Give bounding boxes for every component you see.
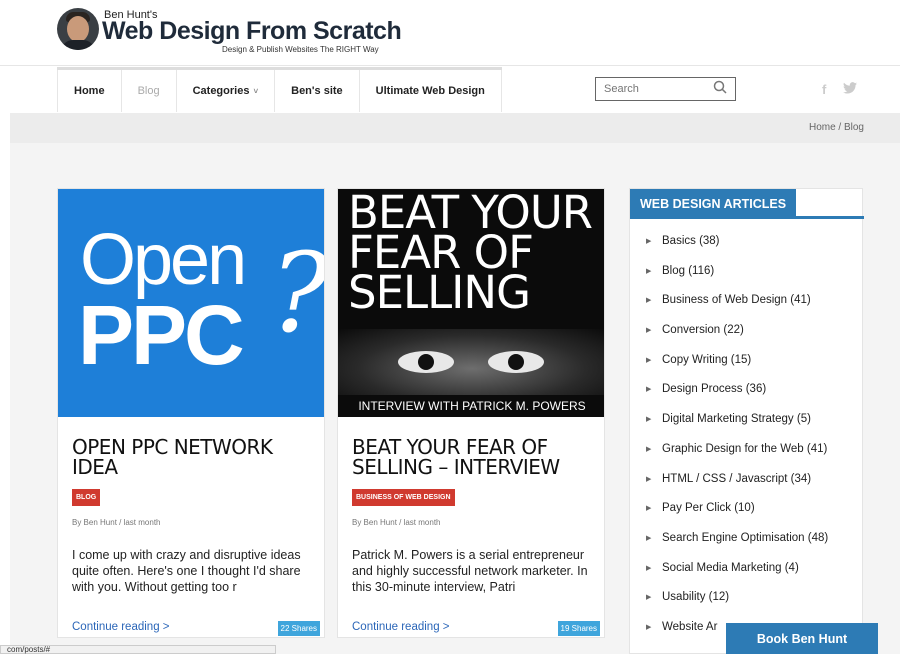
nav-categories-label: Categories — [192, 85, 250, 97]
caret-right-icon: ▶ — [646, 238, 652, 245]
eye-graphic — [398, 351, 454, 373]
sidebar-title: WEB DESIGN ARTICLES — [630, 189, 797, 219]
nav-bens-site-label: Ben's site — [291, 85, 343, 97]
search-input[interactable] — [596, 83, 706, 95]
search-box — [595, 77, 736, 101]
caret-right-icon: ▶ — [646, 594, 652, 602]
category-label: Design Process (36) — [662, 383, 767, 396]
continue-reading-link[interactable]: Continue reading > — [352, 621, 450, 633]
category-label: Search Engine Optimisation (48) — [662, 531, 829, 544]
caret-right-icon: ▶ — [646, 475, 652, 483]
category-label: Pay Per Click (10) — [662, 502, 755, 515]
caret-right-icon: ▶ — [646, 416, 652, 424]
category-tag[interactable]: BUSINESS OF WEB DESIGN — [352, 489, 455, 506]
category-item[interactable]: ▶ Design Process (36) — [630, 383, 828, 413]
nav-bens-site[interactable]: Ben's site — [275, 70, 360, 112]
breadcrumb-band: Home / Blog — [10, 113, 900, 143]
category-label: Digital Marketing Strategy (5) — [662, 413, 811, 426]
category-label: Basics (38) — [662, 235, 720, 247]
status-bar-url: com/posts/# — [0, 645, 276, 654]
post-byline: By Ben Hunt / last month — [352, 518, 441, 527]
avatar-face — [67, 16, 89, 42]
category-label: Graphic Design for the Web (41) — [662, 442, 828, 455]
site-header: Ben Hunt's Web Design From Scratch Desig… — [0, 0, 900, 66]
nav-home[interactable]: Home — [57, 70, 122, 112]
nav-ultimate-web-design[interactable]: Ultimate Web Design — [360, 70, 502, 112]
avatar[interactable] — [57, 8, 99, 50]
post-image-caption: INTERVIEW WITH PATRICK M. POWERS — [358, 399, 586, 413]
category-label: Social Media Marketing (4) — [662, 561, 799, 574]
category-label: Website Ar — [662, 620, 718, 633]
nav-blog[interactable]: Blog — [122, 70, 177, 112]
facebook-icon[interactable]: f — [822, 82, 826, 97]
caret-right-icon: ▶ — [646, 505, 652, 513]
category-label: HTML / CSS / Javascript (34) — [662, 472, 812, 485]
category-label: Blog (116) — [662, 264, 715, 277]
sidebar-header: WEB DESIGN ARTICLES — [630, 189, 864, 219]
eye-graphic — [488, 351, 544, 373]
category-tag[interactable]: BLOG — [72, 489, 101, 506]
post-byline: By Ben Hunt / last month — [72, 518, 161, 527]
logo-tagline: Design & Publish Websites The RIGHT Way — [222, 45, 379, 54]
category-item[interactable]: ▶ Blog (116) — [630, 265, 828, 295]
post-image[interactable]: BEAT YOUR FEAR OF SELLING INTERVIEW WITH… — [338, 189, 604, 417]
post-title[interactable]: BEAT YOUR FEAR OF SELLING – INTERVIEW — [352, 437, 590, 477]
shares-badge: 22 Shares — [277, 621, 320, 636]
category-item[interactable]: ▶ Business of Web Design (41) — [630, 294, 828, 324]
nav-blog-label: Blog — [137, 85, 160, 97]
sidebar-articles: WEB DESIGN ARTICLES ▶ Basics (38) ▶ Blog (… — [629, 188, 864, 654]
nav-ultimate-label: Ultimate Web Design — [375, 85, 485, 97]
caret-right-icon: ▶ — [646, 386, 652, 394]
category-item[interactable]: ▶ Search Engine Optimisation (48) — [630, 532, 828, 562]
caret-right-icon: ▶ — [646, 564, 652, 572]
category-list: ▶ Basics (38) ▶ Blog (116) ▶ Business of We… — [630, 235, 828, 651]
post-image[interactable]: Open PPC ? — [58, 189, 325, 417]
logo-main-text[interactable]: Web Design From Scratch — [102, 17, 402, 46]
category-label: Business of Web Design (41) — [662, 294, 811, 307]
category-label: Copy Writing (15) — [662, 353, 752, 366]
caret-right-icon: ▶ — [646, 327, 652, 335]
eyes-photo — [338, 329, 604, 395]
caret-right-icon: ▶ — [646, 445, 652, 453]
category-label: Conversion (22) — [662, 324, 744, 337]
category-item[interactable]: ▶ Basics (38) — [630, 235, 828, 265]
category-item[interactable]: ▶ Copy Writing (15) — [630, 354, 828, 384]
post-title[interactable]: OPEN PPC NETWORK IDEA — [72, 437, 310, 477]
shares-badge: 19 Shares — [557, 621, 600, 636]
category-item[interactable]: ▶ Usability (12) — [630, 591, 828, 621]
caret-right-icon: ▶ — [646, 356, 652, 364]
twitter-icon[interactable] — [843, 82, 857, 94]
chevron-down-icon: ˅ — [253, 86, 259, 96]
category-item[interactable]: ▶ Conversion (22) — [630, 324, 828, 354]
breadcrumb[interactable]: Home / Blog — [809, 122, 864, 133]
category-item[interactable]: ▶ Social Media Marketing (4) — [630, 562, 828, 592]
caret-right-icon: ▶ — [646, 623, 652, 631]
book-ben-hunt-button[interactable]: Book Ben Hunt — [726, 623, 878, 654]
avatar-shirt — [61, 40, 95, 50]
continue-reading-link[interactable]: Continue reading > — [72, 621, 170, 633]
post-card: Open PPC ? OPEN PPC NETWORK IDEA BLOG By… — [57, 188, 325, 638]
caret-right-icon: ▶ — [646, 297, 652, 305]
caret-right-icon: ▶ — [646, 534, 652, 542]
category-item[interactable]: ▶ Graphic Design for the Web (41) — [630, 443, 828, 473]
post-image-text: PPC — [78, 288, 245, 382]
nav-categories[interactable]: Categories ˅ — [177, 70, 276, 112]
post-excerpt: Patrick M. Powers is a serial entreprene… — [352, 548, 588, 594]
category-label: Usability (12) — [662, 591, 730, 604]
caret-right-icon: ▶ — [646, 267, 652, 275]
search-icon[interactable] — [713, 80, 727, 94]
post-card: BEAT YOUR FEAR OF SELLING INTERVIEW WITH… — [337, 188, 605, 638]
main-nav: Home Blog Categories ˅ Ben's site Ultimat… — [57, 67, 502, 112]
post-image-text: BEAT YOUR FEAR OF SELLING — [348, 189, 593, 319]
category-item[interactable]: ▶ Pay Per Click (10) — [630, 502, 828, 532]
category-item[interactable]: ▶ HTML / CSS / Javascript (34) — [630, 473, 828, 503]
category-item[interactable]: ▶ Digital Marketing Strategy (5) — [630, 413, 828, 443]
post-excerpt: I come up with crazy and disruptive idea… — [72, 548, 301, 594]
post-image-mark: ? — [270, 229, 325, 357]
nav-home-label: Home — [74, 85, 105, 97]
